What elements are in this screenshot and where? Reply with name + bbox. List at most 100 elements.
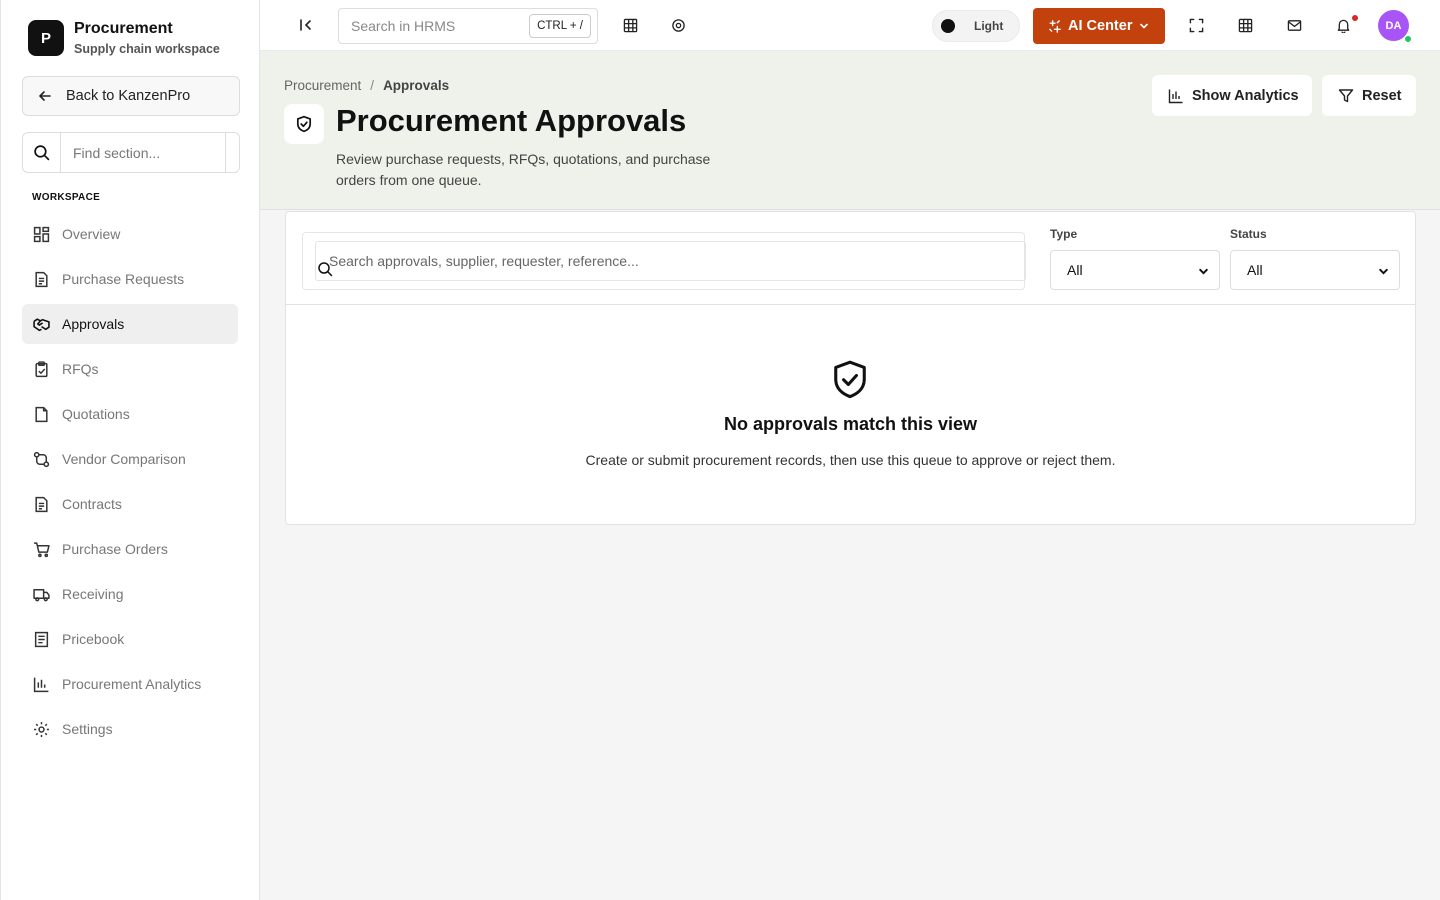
handshake-icon: [33, 317, 50, 331]
document-icon: [35, 271, 48, 287]
sidebar-item-approvals[interactable]: Approvals: [22, 304, 238, 344]
sidebar-item-label: RFQs: [62, 361, 99, 377]
page-header: Procurement / Approvals Procurement Appr…: [260, 51, 1440, 210]
shield-check-icon: [834, 360, 866, 399]
mail-icon[interactable]: [1282, 13, 1306, 37]
approvals-panel: Type All Status All No approvals match t…: [285, 211, 1416, 525]
brand-subtitle: Supply chain workspace: [74, 42, 220, 56]
document-icon: [35, 496, 48, 512]
status-filter-label: Status: [1230, 227, 1267, 241]
search-icon: [23, 133, 61, 172]
approvals-search-input[interactable]: [316, 253, 1006, 269]
sidebar: P Procurement Supply chain workspace Bac…: [0, 0, 260, 900]
global-search-input[interactable]: [351, 18, 521, 34]
empty-state-title: No approvals match this view: [723, 414, 978, 434]
status-select[interactable]: All: [1230, 250, 1400, 290]
status-select-value: All: [1247, 262, 1263, 278]
sidebar-item-purchase-requests[interactable]: Purchase Requests: [22, 259, 238, 299]
brand: P Procurement Supply chain workspace: [28, 20, 220, 56]
arrow-left-icon: [39, 91, 51, 101]
sidebar-item-label: Pricebook: [62, 631, 125, 647]
global-search: CTRL + /: [338, 8, 598, 44]
reset-button[interactable]: Reset: [1322, 75, 1416, 116]
brand-logo: P: [28, 20, 64, 56]
search-icon: [318, 262, 333, 277]
apps-grid-icon[interactable]: [1233, 13, 1257, 37]
bar-chart-icon: [1168, 89, 1183, 103]
sidebar-item-rfqs[interactable]: RFQs: [22, 349, 238, 389]
show-analytics-label: Show Analytics: [1192, 87, 1299, 104]
sidebar-item-quotations[interactable]: Quotations: [22, 394, 238, 434]
sidebar-nav: Overview Purchase Requests Approvals RFQ…: [22, 214, 238, 754]
sidebar-item-pricebook[interactable]: Pricebook: [22, 619, 238, 659]
theme-toggle[interactable]: Light: [932, 10, 1020, 42]
collapse-sidebar-icon[interactable]: [294, 13, 318, 37]
approvals-search-box: [315, 241, 1026, 281]
sidebar-item-label: Receiving: [62, 586, 124, 602]
topbar: CTRL + / Light AI Center DA: [260, 0, 1440, 51]
grid-icon: [33, 226, 50, 242]
shield-check-icon: [284, 104, 324, 144]
empty-state-description: Create or submit procurement records, th…: [585, 452, 1116, 468]
type-filter-label: Type: [1050, 227, 1078, 241]
sidebar-item-overview[interactable]: Overview: [22, 214, 238, 254]
back-button-label: Back to KanzenPro: [66, 88, 191, 104]
sidebar-item-procurement-analytics[interactable]: Procurement Analytics: [22, 664, 238, 704]
sidebar-item-label: Purchase Requests: [62, 271, 185, 287]
sidebar-item-receiving[interactable]: Receiving: [22, 574, 238, 614]
empty-state: No approvals match this view Create or s…: [286, 305, 1415, 525]
bar-chart-icon: [33, 677, 49, 692]
filter-row: Type All Status All: [286, 212, 1415, 305]
show-analytics-button[interactable]: Show Analytics: [1152, 75, 1312, 116]
chevron-down-icon: [1140, 23, 1149, 29]
sidebar-item-label: Overview: [62, 226, 121, 242]
breadcrumb-current: Approvals: [383, 78, 450, 93]
notification-dot: [1352, 15, 1358, 21]
sidebar-item-settings[interactable]: Settings: [22, 709, 238, 749]
toggle-knob: [941, 19, 955, 33]
breadcrumb: Procurement / Approvals: [284, 78, 449, 93]
brand-title: Procurement: [74, 20, 173, 37]
approvals-search-wrapper: [302, 232, 1026, 290]
table-grid-icon[interactable]: [618, 13, 642, 37]
compare-icon: [33, 451, 50, 467]
shortcut-badge: CTRL + /: [529, 14, 591, 38]
type-select[interactable]: All: [1050, 250, 1220, 290]
breadcrumb-root[interactable]: Procurement: [284, 78, 361, 93]
ai-center-label: AI Center: [1068, 18, 1133, 34]
fullscreen-icon[interactable]: [1184, 13, 1208, 37]
sidebar-item-label: Settings: [62, 721, 113, 737]
sidebar-item-purchase-orders[interactable]: Purchase Orders: [22, 529, 238, 569]
file-icon: [35, 406, 48, 422]
sidebar-item-label: Approvals: [62, 316, 125, 332]
cart-icon: [34, 541, 50, 557]
book-icon: [34, 631, 49, 647]
chevron-down-icon: [1199, 268, 1208, 275]
sparkles-icon: [1049, 19, 1061, 33]
page-title: Procurement Approvals: [336, 103, 687, 138]
type-select-value: All: [1067, 262, 1083, 278]
online-status-dot: [1404, 35, 1412, 43]
chevron-down-icon: [1379, 268, 1388, 275]
sidebar-item-label: Purchase Orders: [62, 541, 168, 557]
theme-label: Light: [974, 19, 1004, 33]
sidebar-item-label: Vendor Comparison: [62, 451, 186, 467]
sidebar-item-label: Contracts: [62, 496, 122, 512]
back-button[interactable]: Back to KanzenPro: [22, 76, 240, 116]
filter-icon: [1338, 88, 1354, 102]
truck-icon: [33, 588, 50, 601]
find-section-input[interactable]: [61, 133, 226, 172]
gear-icon[interactable]: [666, 13, 690, 37]
reset-label: Reset: [1362, 87, 1402, 104]
sidebar-item-contracts[interactable]: Contracts: [22, 484, 238, 524]
section-label-workspace: WORKSPACE: [32, 192, 101, 203]
breadcrumb-separator: /: [370, 78, 375, 93]
ai-center-button[interactable]: AI Center: [1033, 8, 1165, 44]
find-section-box: [22, 132, 240, 173]
page-description: Review purchase requests, RFQs, quotatio…: [336, 151, 711, 188]
sidebar-item-label: Procurement Analytics: [62, 676, 202, 692]
sidebar-item-vendor-comparison[interactable]: Vendor Comparison: [22, 439, 238, 479]
clipboard-icon: [35, 360, 48, 377]
sidebar-item-label: Quotations: [62, 406, 130, 422]
gear-icon: [34, 721, 49, 737]
